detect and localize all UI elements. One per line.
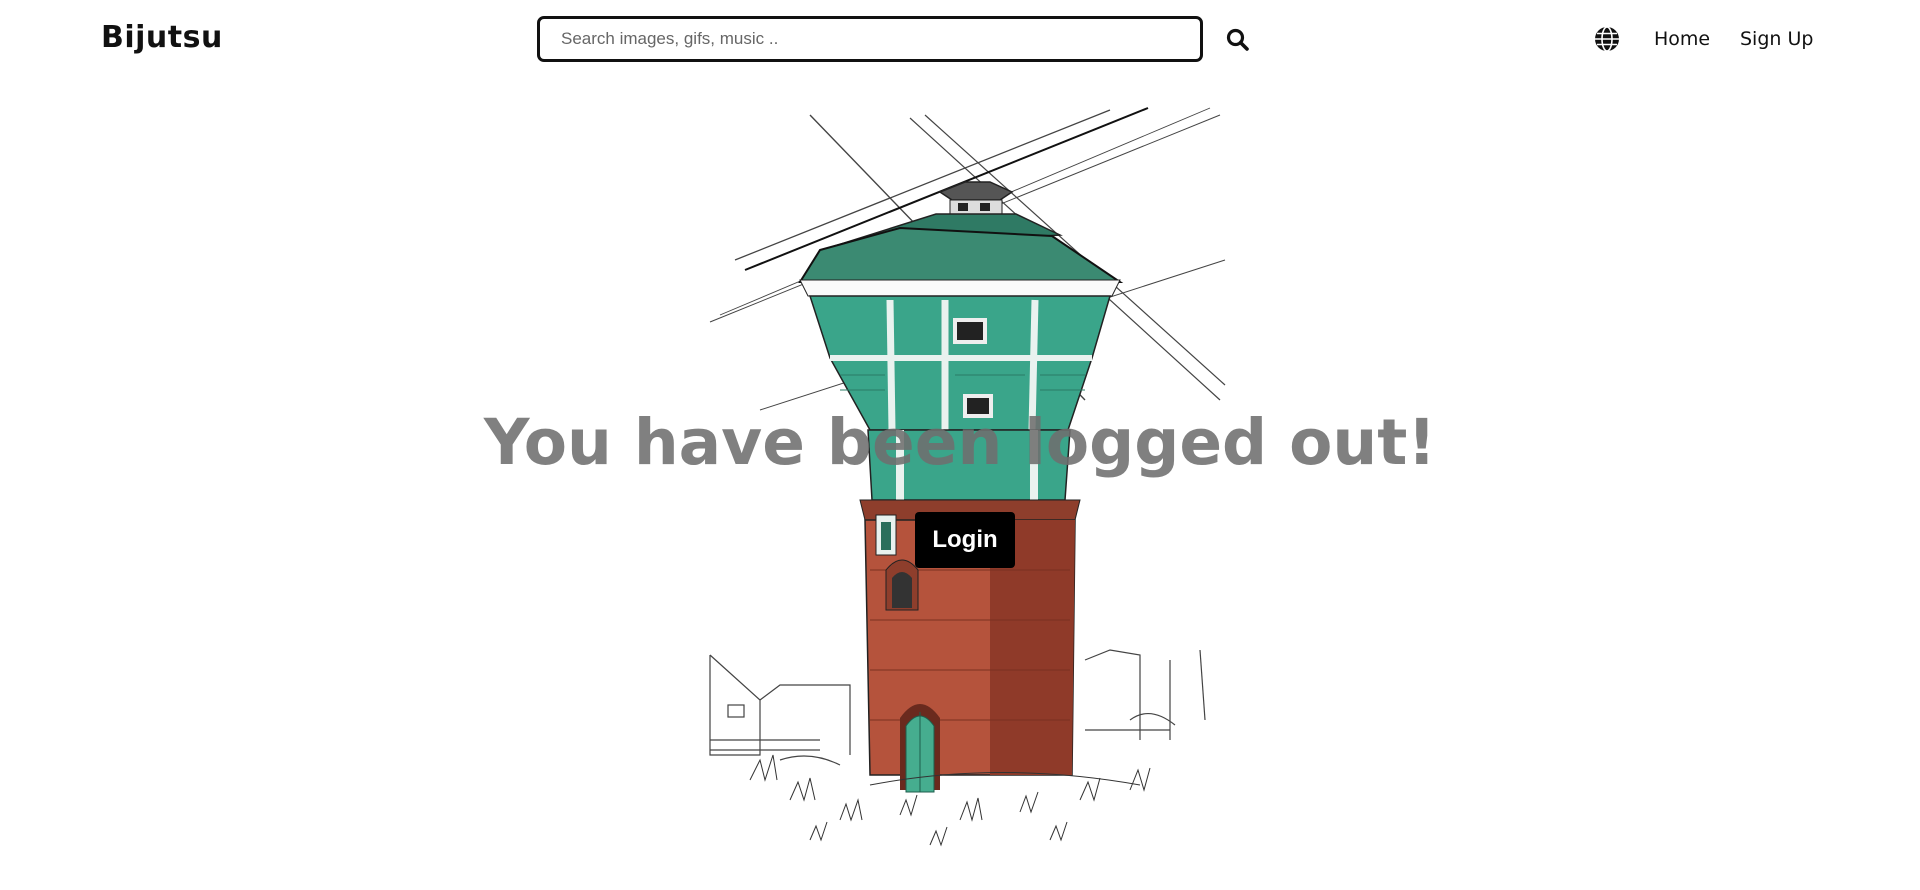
- nav-signup-link[interactable]: Sign Up: [1740, 28, 1813, 50]
- water-tower-illustration: [700, 100, 1240, 890]
- language-button[interactable]: [1594, 26, 1620, 52]
- search-input[interactable]: [540, 19, 1200, 59]
- brand-logo[interactable]: Bijutsu: [101, 20, 223, 55]
- logout-headline: You have been logged out!: [483, 406, 1437, 479]
- globe-icon: [1595, 26, 1619, 52]
- search-box: [537, 16, 1203, 62]
- login-button[interactable]: Login: [915, 512, 1015, 568]
- nav-home-link[interactable]: Home: [1654, 28, 1710, 50]
- search-button[interactable]: [1224, 26, 1252, 54]
- search-icon: [1226, 28, 1249, 51]
- navbar: Bijutsu Home Sign Up: [0, 0, 1920, 80]
